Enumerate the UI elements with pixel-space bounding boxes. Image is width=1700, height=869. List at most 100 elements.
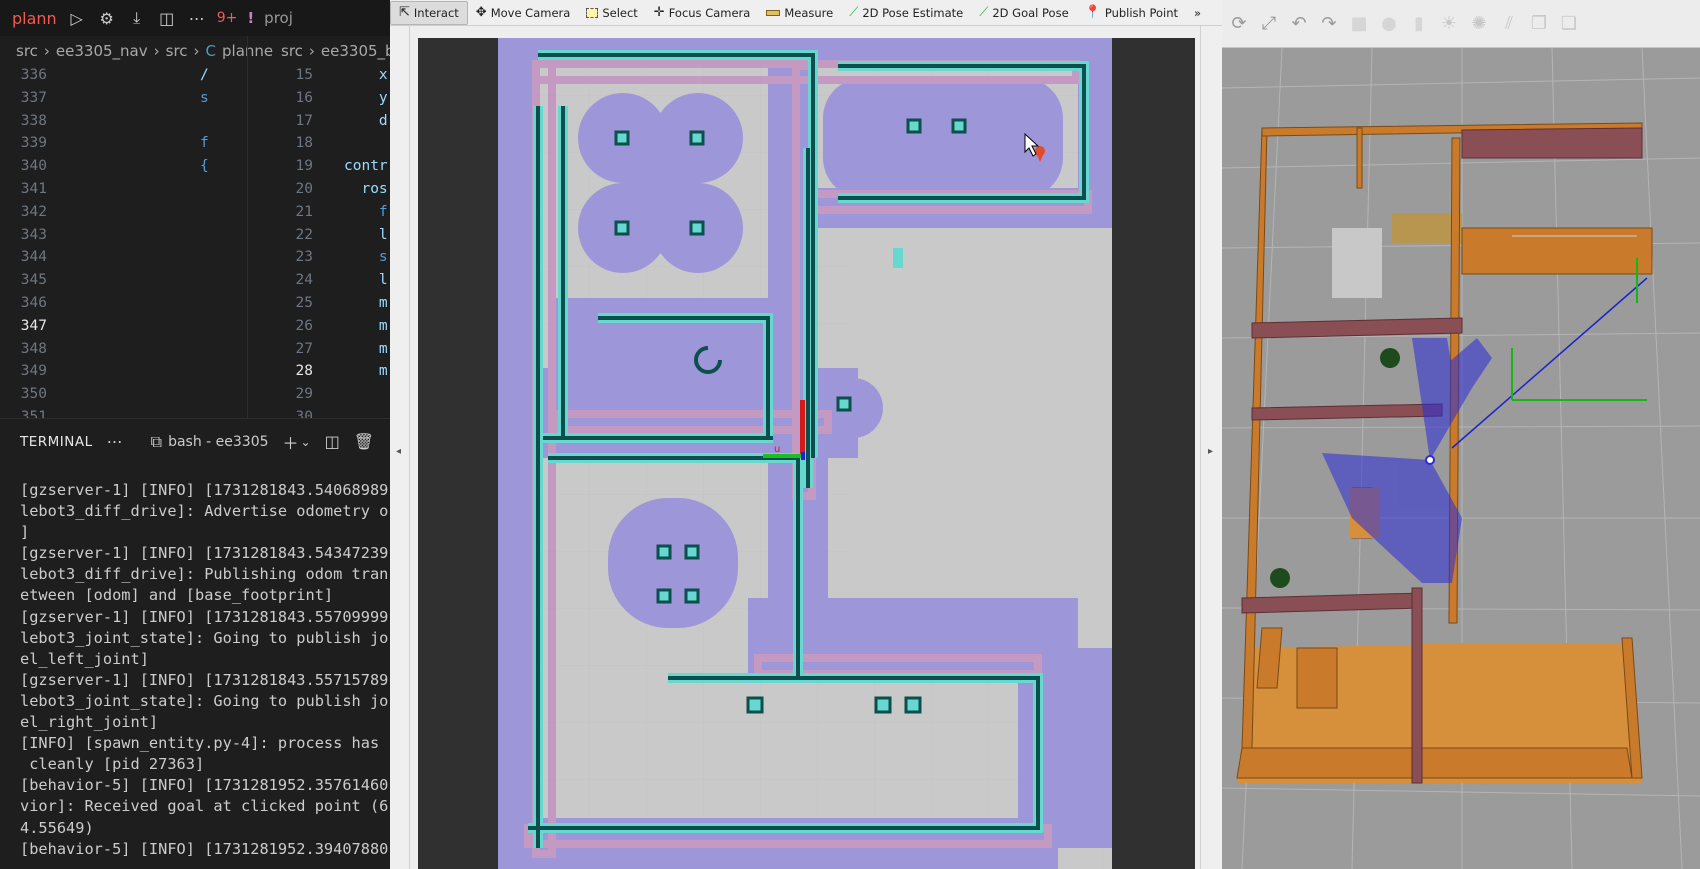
move-camera-tool[interactable]: ✥ Move Camera [468, 1, 579, 25]
breadcrumb-item[interactable]: ee3305_nav [56, 42, 148, 60]
more-actions-icon[interactable]: ⋯ [187, 9, 207, 28]
cpp-file-icon: C [205, 42, 217, 60]
rviz-tool-bar: ⇱ Interact ✥ Move Camera Select ✛ Focus … [390, 0, 1222, 26]
terminal-shell-label[interactable]: bash - ee3305 [168, 434, 268, 450]
code-line[interactable]: d [344, 110, 388, 133]
code-line[interactable]: contr [344, 155, 388, 178]
gazebo-3d-view[interactable] [1222, 47, 1700, 869]
code-line[interactable]: s [344, 246, 388, 269]
code-line[interactable] [200, 178, 209, 201]
tool-label: Publish Point [1104, 5, 1179, 20]
left-breadcrumb[interactable]: src› ee3305_nav› src› C planne [16, 38, 273, 64]
code-line[interactable]: x [344, 64, 388, 87]
code-line[interactable] [200, 292, 209, 315]
copy-icon[interactable]: ❐ [1528, 13, 1550, 34]
rviz-right-dock-collapse[interactable]: ▸ [1200, 26, 1222, 869]
split-editor-icon[interactable]: ◫ [157, 9, 177, 28]
code-line[interactable]: y [344, 87, 388, 110]
settings-gear-icon[interactable]: ⚙ [97, 9, 117, 28]
right-editor-pane[interactable]: 15 16 17 18 19 20 21 22 23 24 25 26 27 28 29 30 x y d co… [248, 64, 390, 418]
code-line[interactable] [200, 360, 209, 383]
terminal-line: cleanly [pid 27363] [20, 755, 205, 774]
code-area[interactable]: / s f{ [200, 64, 209, 418]
code-line[interactable] [200, 246, 209, 269]
line-number: 25 [295, 294, 313, 311]
code-line[interactable]: m [344, 338, 388, 361]
code-line[interactable] [200, 201, 209, 224]
zoom-fit-icon[interactable]: ⤢ [1258, 13, 1280, 34]
measure-tool[interactable]: Measure [758, 1, 841, 25]
plant [1270, 568, 1290, 588]
breadcrumb-item[interactable]: ee3305_br [321, 42, 390, 60]
terminal-output[interactable]: [gzserver-1] [INFO] [1731281843.54068989… [20, 480, 390, 860]
code-line[interactable] [200, 269, 209, 292]
sun-light-icon[interactable]: ☀ [1438, 13, 1460, 34]
code-line[interactable] [200, 406, 209, 418]
split-terminal-icon[interactable]: ◫ [325, 432, 340, 451]
cylinder-icon[interactable]: ▮ [1408, 13, 1430, 34]
terminal-line: [gzserver-1] [INFO] [1731281843.54068989 [20, 481, 389, 499]
undo-icon[interactable]: ↶ [1288, 13, 1310, 34]
line-number: 30 [295, 408, 313, 418]
right-breadcrumb[interactable]: src› ee3305_br [281, 38, 390, 64]
chevron-left-icon[interactable]: ◂ [396, 446, 401, 457]
code-line[interactable] [200, 338, 209, 361]
code-line[interactable] [200, 224, 209, 247]
project-tab[interactable]: proj [264, 9, 293, 27]
code-line[interactable] [344, 132, 388, 155]
code-line[interactable] [200, 315, 209, 338]
more-actions-icon[interactable]: ⋯ [107, 432, 123, 451]
problems-badge[interactable]: 9+ [217, 10, 238, 26]
download-icon[interactable]: ⤓ [127, 8, 147, 28]
terminal-line: lebot3_joint_state]: Going to publish jo [20, 691, 389, 710]
rviz-left-dock-collapse[interactable]: ◂ [390, 26, 410, 869]
rviz-3d-view[interactable]: u [418, 38, 1195, 869]
box-icon[interactable]: ■ [1348, 13, 1370, 34]
paste-icon[interactable]: ❏ [1558, 13, 1580, 34]
code-line[interactable]: f [200, 132, 209, 155]
code-line[interactable]: ros [344, 178, 387, 201]
code-line[interactable]: s [200, 87, 209, 110]
rotate-icon[interactable]: ⟳ [1228, 13, 1250, 34]
code-line[interactable] [200, 383, 209, 406]
breadcrumb-item[interactable]: src [281, 42, 303, 60]
run-debug-icon[interactable]: ▷ [67, 9, 87, 28]
toolbar-overflow-button[interactable]: » [1186, 1, 1209, 25]
editor-tab-title[interactable]: plann [12, 9, 57, 28]
focus-camera-tool[interactable]: ✛ Focus Camera [646, 1, 759, 25]
chevron-right-icon[interactable]: ▸ [1208, 446, 1213, 457]
code-line[interactable]: m [344, 360, 388, 383]
redo-icon[interactable]: ↷ [1318, 13, 1340, 34]
interact-tool[interactable]: ⇱ Interact [390, 0, 468, 25]
pose-estimate-tool[interactable]: ⟋ 2D Pose Estimate [841, 1, 971, 25]
chevron-down-icon[interactable]: ⌄ [301, 435, 311, 449]
code-line[interactable] [344, 383, 388, 406]
trash-icon[interactable]: 🗑 [354, 432, 374, 451]
new-terminal-icon[interactable]: ＋ [283, 430, 299, 454]
sphere-icon[interactable]: ● [1378, 13, 1400, 34]
tool-label: 2D Pose Estimate [862, 5, 964, 20]
select-tool[interactable]: Select [578, 1, 645, 25]
tool-label: Measure [784, 5, 834, 20]
code-line[interactable]: l [344, 224, 388, 247]
code-line[interactable] [344, 406, 388, 418]
terminal-tab[interactable]: TERMINAL [20, 434, 93, 450]
line-number: 350 [20, 386, 47, 403]
spot-light-icon[interactable]: ✺ [1468, 13, 1490, 34]
publish-point-tool[interactable]: 📍 Publish Point [1077, 1, 1186, 25]
code-line[interactable]: m [344, 315, 388, 338]
goal-pose-tool[interactable]: ⟋ 2D Goal Pose [971, 1, 1076, 25]
code-line[interactable]: f [344, 201, 388, 224]
breadcrumb-item[interactable]: src [166, 42, 188, 60]
code-line[interactable]: / [200, 64, 209, 87]
code-line[interactable]: l [344, 269, 388, 292]
code-line[interactable] [200, 110, 209, 133]
terminal-line: [gzserver-1] [INFO] [1731281843.55709999 [20, 607, 389, 626]
line-number: 341 [20, 180, 47, 197]
code-line[interactable]: { [200, 155, 209, 178]
breadcrumb-item[interactable]: src [16, 42, 38, 60]
code-line[interactable]: m [344, 292, 388, 315]
left-editor-pane[interactable]: 336 337 338 339 340 341 342 343 344 345 346 347 348 3… [0, 64, 247, 418]
code-area[interactable]: x y d contr ros f l s l m m m m [344, 64, 388, 418]
directional-light-icon[interactable]: ⫽ [1498, 13, 1520, 34]
